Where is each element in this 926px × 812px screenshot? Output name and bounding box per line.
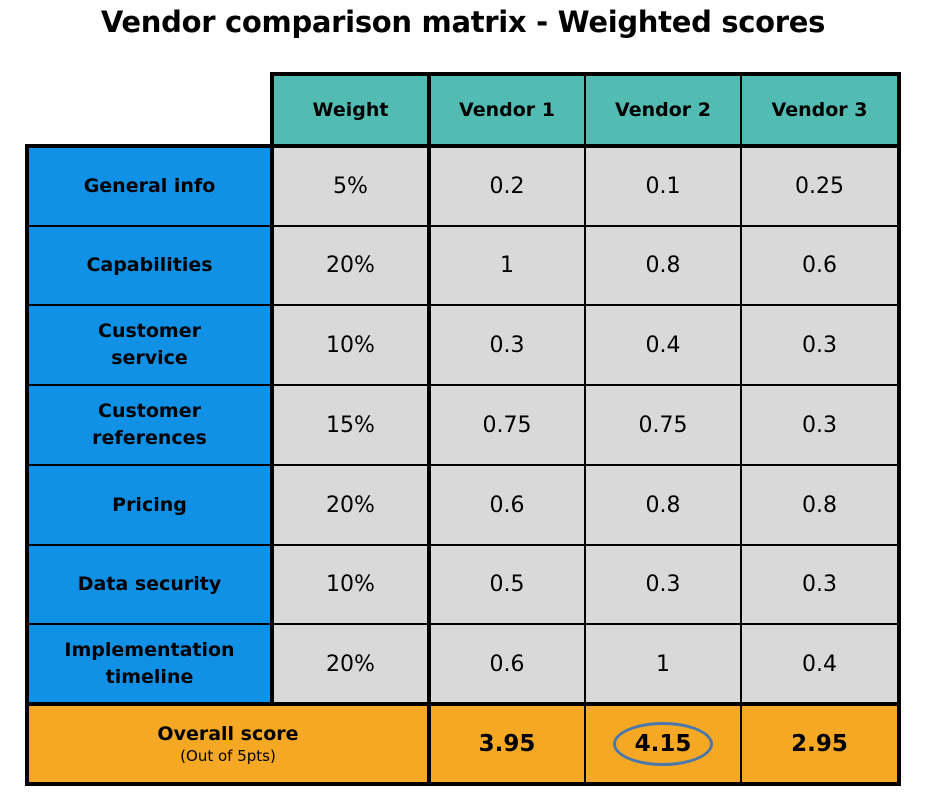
header-vendor-3: Vendor 3 [741,74,898,146]
score-cell-vendor-1: 0.6 [429,624,585,704]
score-cell-vendor-2: 0.1 [585,146,741,226]
weight-cell: 5% [272,146,429,226]
score-cell-vendor-2: 1 [585,624,741,704]
weight-cell: 15% [272,385,429,465]
header-vendor-1: Vendor 1 [429,74,585,146]
criterion-label: Implementation timeline [27,624,272,704]
score-cell-vendor-2: 0.75 [585,385,741,465]
score-cell-vendor-3: 0.3 [741,305,898,385]
overall-score-label: Overall score (Out of 5pts) [27,704,429,784]
score-cell-vendor-3: 0.4 [741,624,898,704]
criterion-label: General info [27,146,272,226]
header-border-right [897,72,901,786]
header-divider-v3 [740,74,742,146]
overall-score-vendor-1: 3.95 [429,704,585,784]
criterion-label: Customer service [27,305,272,385]
header-divider-weight [427,72,431,786]
overall-score-title: Overall score [157,723,299,745]
row-divider [27,225,898,227]
score-cell-vendor-1: 0.3 [429,305,585,385]
header-vendor-2: Vendor 2 [585,74,741,146]
col-divider-v3 [740,146,742,786]
score-cell-vendor-1: 0.6 [429,465,585,545]
score-cell-vendor-2: 0.8 [585,465,741,545]
weight-cell: 20% [272,226,429,305]
score-cell-vendor-1: 1 [429,226,585,305]
score-cell-vendor-3: 0.25 [741,146,898,226]
score-cell-vendor-2: 0.8 [585,226,741,305]
weight-cell: 10% [272,305,429,385]
score-cell-vendor-2: 0.3 [585,545,741,624]
score-cell-vendor-1: 0.75 [429,385,585,465]
row-divider [27,384,898,386]
score-cell-vendor-3: 0.3 [741,385,898,465]
score-cell-vendor-3: 0.8 [741,465,898,545]
weight-cell: 10% [272,545,429,624]
score-cell-vendor-1: 0.5 [429,545,585,624]
weight-cell: 20% [272,465,429,545]
label-divider [270,144,274,706]
body-border-bottom [25,782,901,786]
page-title: Vendor comparison matrix - Weighted scor… [100,5,826,39]
header-weight: Weight [272,74,429,146]
score-cell-vendor-3: 0.6 [741,226,898,305]
overall-divider [25,702,901,706]
winner-highlight-circle [613,722,713,766]
overall-score-subtitle: (Out of 5pts) [180,747,276,765]
criterion-label: Capabilities [27,226,272,305]
criterion-label: Customer references [27,385,272,465]
header-border-left [270,72,274,148]
score-cell-vendor-2: 0.4 [585,305,741,385]
criterion-label: Pricing [27,465,272,545]
col-divider-v2 [584,146,586,786]
header-divider-v2 [584,74,586,146]
weight-cell: 20% [272,624,429,704]
body-border-top [25,144,901,148]
score-cell-vendor-1: 0.2 [429,146,585,226]
row-divider [27,544,898,546]
row-divider [27,464,898,466]
score-cell-vendor-3: 0.3 [741,545,898,624]
row-divider [27,304,898,306]
criterion-label: Data security [27,545,272,624]
overall-score-vendor-3: 2.95 [741,704,898,784]
row-divider [27,623,898,625]
